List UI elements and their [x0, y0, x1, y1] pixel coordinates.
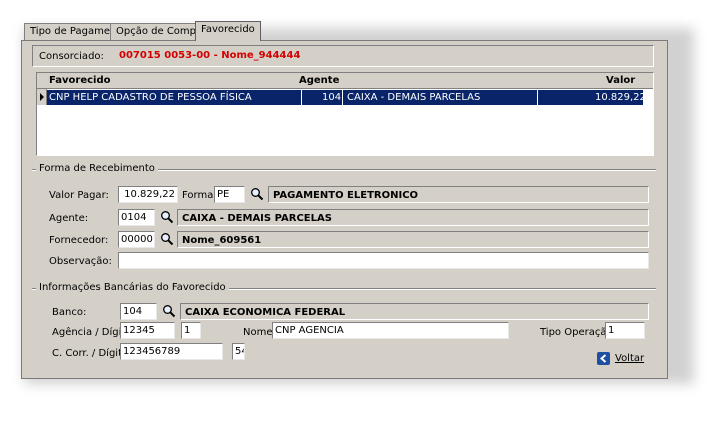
voltar-label: Voltar [615, 353, 645, 364]
consorciado-label: Consorciado: [39, 51, 104, 62]
agencia-input[interactable]: 12345 [120, 322, 175, 339]
column-header-favorecido[interactable]: Favorecido [49, 75, 110, 86]
search-agente-icon[interactable] [160, 210, 174, 224]
banco-description: CAIXA ECONOMICA FEDERAL [180, 303, 649, 320]
forma-label: Forma: [182, 190, 217, 201]
grid-header: Favorecido Agente Valor [37, 73, 653, 89]
cell-divider [342, 90, 343, 105]
forma-input[interactable]: PE [214, 186, 245, 203]
valor-pagar-input[interactable]: 10.829,22 [118, 186, 178, 203]
observacao-label: Observação: [49, 256, 112, 267]
row-pointer-icon [40, 93, 44, 101]
conta-digito-input[interactable]: 54 [232, 343, 245, 360]
favorecido-grid[interactable]: Favorecido Agente Valor CNP HELP CADASTR… [36, 72, 654, 156]
cell-divider [537, 90, 538, 105]
voltar-button[interactable]: Voltar [597, 352, 647, 368]
agente-label: Agente: [49, 213, 89, 224]
banco-label: Banco: [52, 307, 87, 318]
tipo-operacao-input[interactable]: 1 [605, 322, 645, 339]
column-header-agente[interactable]: Agente [299, 75, 339, 86]
consorciado-value: 007015 0053-00 - Nome_944444 [119, 50, 301, 61]
favorecido-panel: Consorciado: 007015 0053-00 - Nome_94444… [21, 40, 668, 379]
row-indicator [37, 89, 47, 105]
fornecedor-description: Nome_609561 [177, 231, 649, 248]
fornecedor-label: Fornecedor: [49, 235, 109, 246]
back-arrow-icon [597, 352, 610, 365]
column-header-valor[interactable]: Valor [606, 75, 635, 86]
valor-pagar-label: Valor Pagar: [49, 190, 109, 201]
forma-description: PAGAMENTO ELETRONICO [268, 186, 649, 203]
agente-input[interactable]: 0104 [118, 209, 155, 226]
cell-agente-codigo: 104 [322, 92, 342, 103]
search-forma-icon[interactable] [250, 187, 264, 201]
search-banco-icon[interactable] [162, 304, 176, 318]
search-fornecedor-icon[interactable] [160, 232, 174, 246]
bancarias-title: Informações Bancárias do Favorecido [36, 282, 229, 293]
tab-label: Opção de Compra [116, 26, 207, 37]
forma-recebimento-title: Forma de Recebimento [36, 163, 158, 174]
banco-input[interactable]: 104 [120, 303, 157, 320]
nome-label: Nome: [243, 327, 276, 338]
observacao-input[interactable] [118, 252, 649, 269]
tab-favorecido[interactable]: Favorecido [195, 21, 261, 41]
agencia-digito-input[interactable]: 1 [181, 322, 201, 339]
fornecedor-input[interactable]: 000001 [118, 231, 155, 248]
cell-valor: 10.829,22 [595, 92, 646, 103]
tab-label: Favorecido [201, 24, 255, 35]
table-row[interactable]: CNP HELP CADASTRO DE PESSOA FÍSICA 104 C… [47, 90, 646, 105]
conta-input[interactable]: 123456789 [120, 343, 223, 360]
nome-input[interactable]: CNP AGENCIA [272, 322, 509, 339]
agente-description: CAIXA - DEMAIS PARCELAS [177, 209, 649, 226]
cell-agente-nome: CAIXA - DEMAIS PARCELAS [347, 92, 481, 103]
cell-favorecido: CNP HELP CADASTRO DE PESSOA FÍSICA [49, 92, 252, 103]
cell-divider [301, 90, 302, 105]
